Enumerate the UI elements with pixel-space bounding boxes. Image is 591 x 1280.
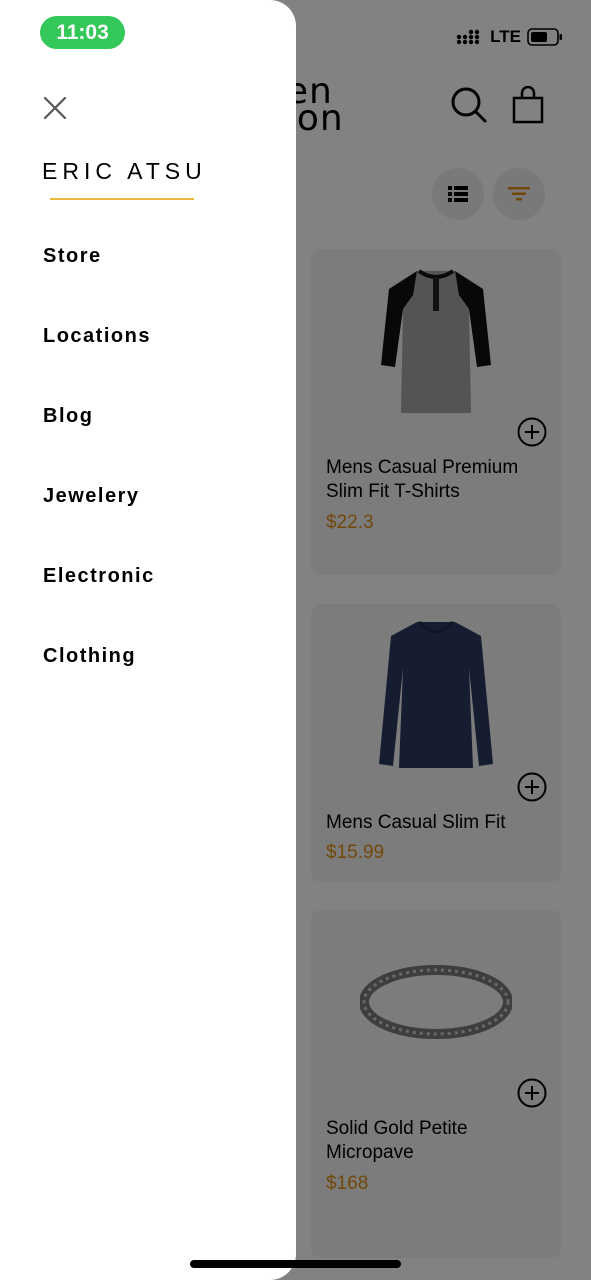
status-indicators: LTE	[456, 27, 563, 47]
menu-item-store[interactable]: Store	[43, 243, 155, 323]
drawer-menu: Store Locations Blog Jewelery Electronic…	[43, 243, 155, 723]
menu-item-jewelery[interactable]: Jewelery	[43, 483, 155, 563]
signal-icon	[456, 29, 480, 45]
menu-item-clothing[interactable]: Clothing	[43, 643, 155, 723]
battery-icon	[527, 28, 562, 46]
home-indicator[interactable]	[190, 1260, 401, 1268]
status-time: 11:03	[40, 16, 125, 49]
user-name: ERIC ATSU	[42, 158, 207, 184]
menu-item-blog[interactable]: Blog	[43, 403, 155, 483]
menu-item-locations[interactable]: Locations	[43, 323, 155, 403]
user-name-underline	[50, 198, 194, 200]
close-icon[interactable]	[42, 95, 68, 121]
menu-item-electronic[interactable]: Electronic	[43, 563, 155, 643]
navigation-drawer: ERIC ATSU Store Locations Blog Jewelery …	[0, 0, 296, 1280]
network-type: LTE	[490, 27, 521, 46]
